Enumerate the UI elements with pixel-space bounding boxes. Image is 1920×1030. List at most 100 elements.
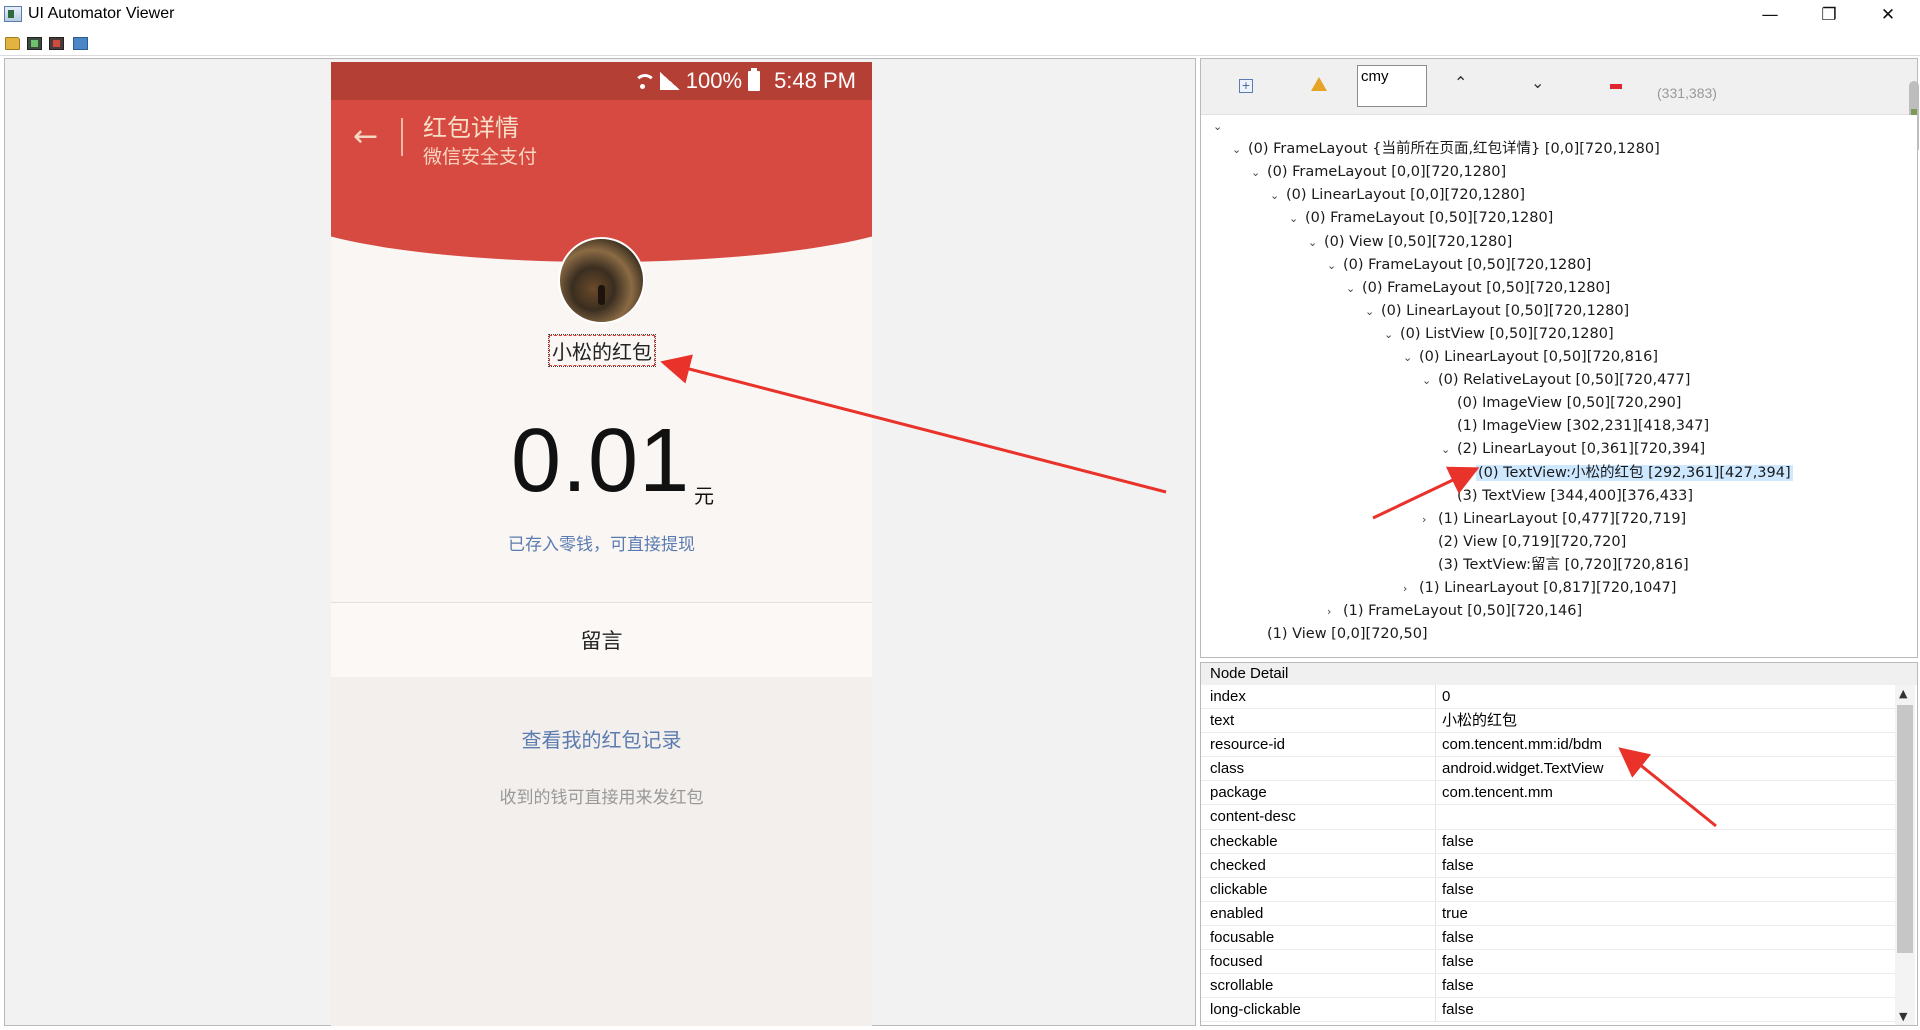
message-button[interactable]: 留言: [331, 603, 872, 677]
tree-node[interactable]: ⌄ (0) FrameLayout [0,0][720,1280]: [1251, 161, 1506, 184]
clear-search-icon[interactable]: [1610, 84, 1622, 89]
expand-chevron-icon[interactable]: ›: [1403, 577, 1419, 600]
tree-node[interactable]: (0) TextView:小松的红包 [292,361][427,394]: [1460, 462, 1793, 485]
detail-row[interactable]: long-clickable false: [1201, 998, 1895, 1023]
detail-key: resource-id: [1201, 733, 1436, 757]
collapse-chevron-icon[interactable]: ⌄: [1384, 323, 1400, 346]
hierarchy-tree[interactable]: ⌄ ⌄ (0) FrameLayout {当前所在页面,红包详情} [0,0][72…: [1201, 115, 1917, 655]
tree-node[interactable]: (1) ImageView [302,231][418,347]: [1441, 415, 1709, 438]
detail-value[interactable]: com.tencent.mm:id/bdm: [1436, 733, 1895, 756]
collapse-chevron-icon[interactable]: ⌄: [1213, 115, 1229, 138]
tree-node[interactable]: ⌄: [1213, 115, 1229, 138]
close-button[interactable]: ✕: [1860, 0, 1916, 29]
expand-chevron-icon[interactable]: ›: [1422, 508, 1438, 531]
detail-row[interactable]: scrollable false: [1201, 974, 1895, 999]
tree-node-label: (1) LinearLayout [0,817][720,1047]: [1419, 580, 1677, 596]
tree-node[interactable]: ⌄ (0) LinearLayout [0,50][720,816]: [1403, 346, 1658, 369]
detail-value[interactable]: 0: [1436, 685, 1895, 708]
detail-key: focused: [1201, 950, 1436, 974]
collapse-chevron-icon[interactable]: ⌄: [1270, 184, 1286, 207]
detail-value[interactable]: android.widget.TextView: [1436, 757, 1895, 780]
device-screenshot-icon[interactable]: [27, 37, 42, 50]
deposit-note[interactable]: 已存入零钱，可直接提现: [331, 530, 872, 555]
tree-node[interactable]: ⌄ (0) LinearLayout [0,0][720,1280]: [1270, 184, 1525, 207]
detail-scrollbar[interactable]: ▲ ▼: [1895, 685, 1915, 1025]
back-arrow-icon[interactable]: ←: [353, 122, 383, 152]
collapse-chevron-icon[interactable]: ⌄: [1308, 231, 1324, 254]
tree-node[interactable]: › (1) FrameLayout [0,50][720,146]: [1327, 600, 1582, 623]
collapse-chevron-icon[interactable]: ⌄: [1232, 138, 1248, 161]
detail-row[interactable]: checked false: [1201, 853, 1895, 878]
tree-node-label: (1) ImageView [302,231][418,347]: [1457, 418, 1710, 435]
tree-node[interactable]: ⌄ (0) FrameLayout {当前所在页面,红包详情} [0,0][720…: [1232, 138, 1660, 161]
tree-node[interactable]: (3) TextView:留言 [0,720][720,816]: [1422, 554, 1689, 577]
tree-node[interactable]: ⌄ (0) RelativeLayout [0,50][720,477]: [1422, 369, 1690, 392]
minimize-button[interactable]: —: [1742, 0, 1798, 29]
device-screenshot[interactable]: 100% 5:48 PM ← 红包详情 微信安全支付 小松的红包 0.01 元 …: [331, 62, 872, 1026]
maximize-button[interactable]: ❐: [1801, 0, 1857, 29]
tree-node[interactable]: (1) View [0,0][720,50]: [1251, 623, 1428, 646]
detail-row[interactable]: index 0: [1201, 685, 1895, 710]
tree-node[interactable]: ⌄ (0) FrameLayout [0,50][720,1280]: [1327, 254, 1591, 277]
main-toolbar: [0, 29, 1920, 56]
scroll-up-icon[interactable]: ▲: [1899, 687, 1907, 700]
tree-node[interactable]: › (1) LinearLayout [0,477][720,719]: [1422, 508, 1686, 531]
tree-node[interactable]: ⌄ (0) View [0,50][720,1280]: [1308, 231, 1512, 254]
collapse-chevron-icon[interactable]: ⌄: [1289, 207, 1305, 230]
currency-label: 元: [694, 484, 714, 508]
detail-row[interactable]: enabled true: [1201, 901, 1895, 926]
detail-value[interactable]: false: [1436, 830, 1895, 853]
detail-key: class: [1201, 757, 1436, 781]
next-result-icon[interactable]: ⌄: [1531, 73, 1544, 92]
collapse-chevron-icon[interactable]: ⌄: [1327, 254, 1343, 277]
detail-row[interactable]: package com.tencent.mm: [1201, 781, 1895, 806]
detail-value[interactable]: false: [1436, 854, 1895, 877]
collapse-chevron-icon[interactable]: ⌄: [1422, 369, 1438, 392]
detail-row[interactable]: content-desc: [1201, 805, 1895, 830]
node-detail-panel: Node Detail index 0 text 小松的红包 resource-id co…: [1200, 662, 1918, 1026]
previous-result-icon[interactable]: ⌃: [1454, 73, 1467, 92]
scroll-down-icon[interactable]: ▼: [1899, 1010, 1907, 1023]
detail-value[interactable]: false: [1436, 998, 1895, 1021]
save-icon[interactable]: [73, 37, 88, 50]
collapse-chevron-icon[interactable]: ⌄: [1346, 277, 1362, 300]
detail-row[interactable]: clickable false: [1201, 877, 1895, 902]
detail-value[interactable]: 小松的红包: [1436, 709, 1895, 732]
sender-avatar[interactable]: [558, 237, 645, 324]
tree-node[interactable]: (2) View [0,719][720,720]: [1422, 531, 1626, 554]
detail-value[interactable]: false: [1436, 926, 1895, 949]
warning-icon[interactable]: [1311, 77, 1327, 91]
tree-node[interactable]: ⌄ (0) LinearLayout [0,50][720,1280]: [1365, 300, 1629, 323]
detail-row[interactable]: class android.widget.TextView: [1201, 757, 1895, 782]
detail-row[interactable]: resource-id com.tencent.mm:id/bdm: [1201, 733, 1895, 758]
collapse-chevron-icon[interactable]: ⌄: [1441, 438, 1457, 461]
device-screenshot-compressed-icon[interactable]: [49, 37, 64, 50]
view-records-link[interactable]: 查看我的红包记录: [331, 724, 872, 753]
tree-node[interactable]: (0) ImageView [0,50][720,290]: [1441, 392, 1681, 415]
detail-row[interactable]: checkable false: [1201, 829, 1895, 854]
tree-node[interactable]: ⌄ (0) FrameLayout [0,50][720,1280]: [1289, 207, 1553, 230]
detail-value[interactable]: com.tencent.mm: [1436, 781, 1895, 804]
collapse-chevron-icon[interactable]: ⌄: [1403, 346, 1419, 369]
tree-node[interactable]: ⌄ (0) ListView [0,50][720,1280]: [1384, 323, 1614, 346]
detail-value[interactable]: true: [1436, 902, 1895, 925]
detail-row[interactable]: focusable false: [1201, 925, 1895, 951]
scroll-thumb[interactable]: [1897, 705, 1913, 953]
detail-row[interactable]: text 小松的红包: [1201, 709, 1895, 734]
detail-value[interactable]: [1436, 805, 1895, 828]
detail-value[interactable]: false: [1436, 974, 1895, 997]
expand-chevron-icon[interactable]: ›: [1327, 600, 1343, 623]
sender-name[interactable]: 小松的红包: [548, 334, 656, 367]
tree-node[interactable]: › (1) LinearLayout [0,817][720,1047]: [1403, 577, 1676, 600]
tree-node[interactable]: ⌄ (2) LinearLayout [0,361][720,394]: [1441, 438, 1705, 461]
collapse-chevron-icon[interactable]: ⌄: [1251, 161, 1267, 184]
detail-row[interactable]: focused false: [1201, 950, 1895, 975]
tree-node[interactable]: (3) TextView [344,400][376,433]: [1441, 485, 1693, 508]
collapse-chevron-icon[interactable]: ⌄: [1365, 300, 1381, 323]
detail-value[interactable]: false: [1436, 950, 1895, 973]
detail-value[interactable]: false: [1436, 878, 1895, 901]
tree-node[interactable]: ⌄ (0) FrameLayout [0,50][720,1280]: [1346, 277, 1610, 300]
search-input[interactable]: cmy: [1357, 65, 1427, 107]
expand-all-icon[interactable]: +: [1239, 79, 1253, 93]
open-folder-icon[interactable]: [5, 37, 20, 50]
